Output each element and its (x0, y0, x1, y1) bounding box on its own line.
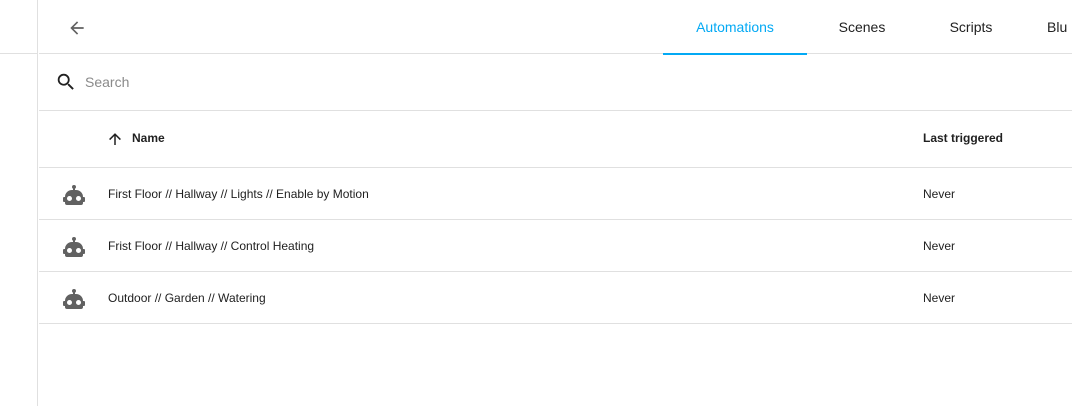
table-row[interactable]: First Floor // Hallway // Lights // Enab… (39, 168, 1072, 220)
robot-icon (63, 237, 85, 257)
main-panel: Automations Scenes Scripts Blu Search Na… (39, 0, 1072, 406)
search-icon (57, 73, 74, 90)
back-button[interactable] (63, 14, 91, 42)
tab-blueprints[interactable]: Blu (1025, 0, 1072, 54)
app-window: Automations Scenes Scripts Blu Search Na… (0, 0, 1072, 406)
tab-bar: Automations Scenes Scripts Blu (663, 0, 1072, 55)
tab-label: Scripts (949, 19, 993, 35)
automation-name: Frist Floor // Hallway // Control Heatin… (108, 239, 315, 253)
arrow-left-icon (70, 21, 84, 35)
table-header: Name Last triggered (39, 111, 1072, 168)
sidebar-strip (0, 0, 38, 406)
tab-label: Blu (1047, 19, 1068, 35)
robot-icon (63, 289, 85, 309)
tab-label: Scenes (838, 19, 886, 35)
last-triggered-value: Never (923, 239, 956, 253)
last-triggered-value: Never (923, 187, 956, 201)
tab-scenes[interactable]: Scenes (807, 0, 917, 54)
tab-scripts[interactable]: Scripts (917, 0, 1025, 54)
search-input[interactable] (85, 70, 685, 94)
arrow-up-icon[interactable] (106, 130, 124, 148)
automation-name: Outdoor // Garden // Watering (108, 291, 266, 305)
column-header-name[interactable]: Name (132, 131, 165, 145)
robot-icon (63, 185, 85, 205)
table-row[interactable]: Outdoor // Garden // Watering Never (39, 272, 1072, 324)
table-row[interactable]: Frist Floor // Hallway // Control Heatin… (39, 220, 1072, 272)
sidebar-divider (0, 53, 38, 54)
column-header-last-triggered[interactable]: Last triggered (923, 131, 1003, 145)
automation-name: First Floor // Hallway // Lights // Enab… (108, 187, 369, 201)
tab-automations[interactable]: Automations (663, 0, 807, 55)
last-triggered-value: Never (923, 291, 956, 305)
tab-label: Automations (696, 19, 774, 35)
top-bar: Automations Scenes Scripts Blu (39, 0, 1072, 55)
search-bar (39, 54, 1072, 111)
